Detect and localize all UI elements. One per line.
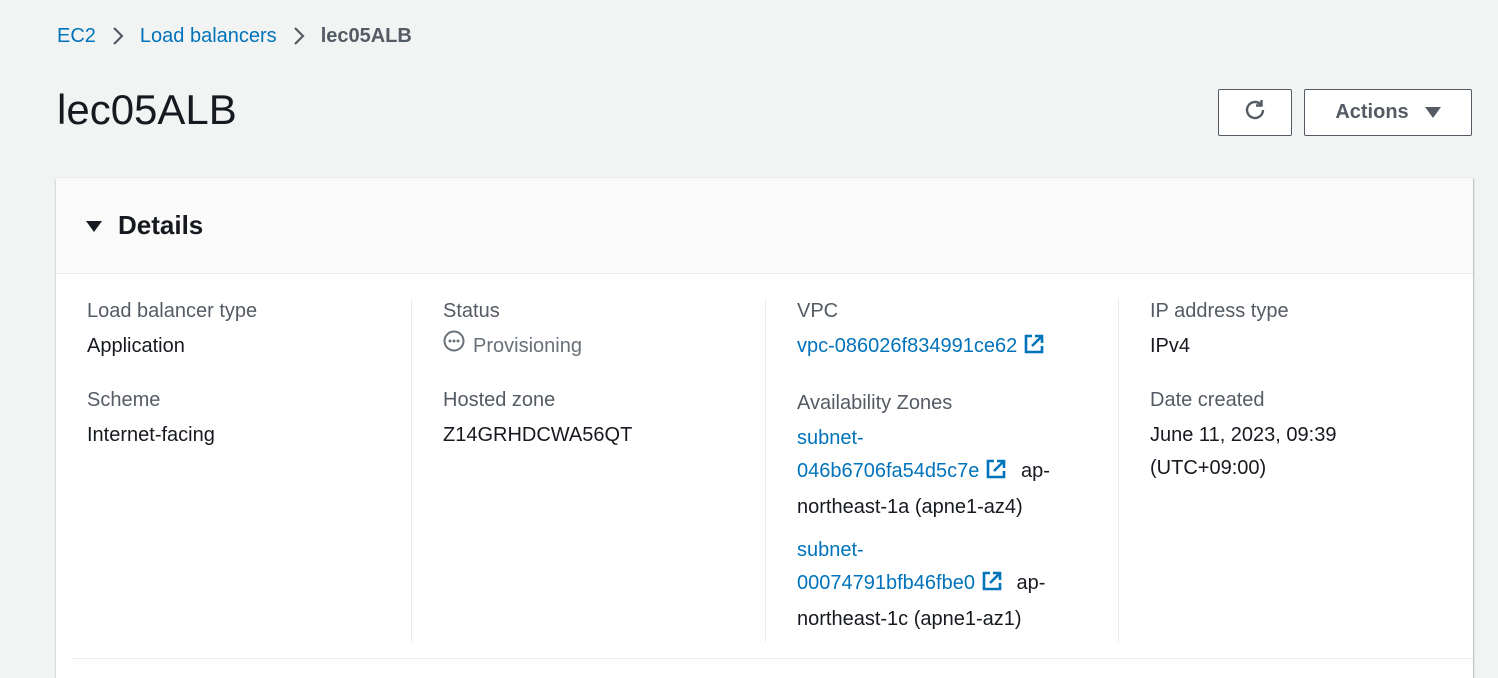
subnet-az-text: ap- bbox=[1016, 572, 1046, 594]
field-date-created: Date created June 11, 2023, 09:39 (UTC+0… bbox=[1150, 387, 1453, 485]
date-created-line1: June 11, 2023, 09:39 bbox=[1150, 424, 1337, 446]
subnet-link[interactable]: subnet- bbox=[797, 539, 864, 561]
value-date-created: June 11, 2023, 09:39 (UTC+09:00) bbox=[1150, 419, 1453, 485]
status-indicator: Provisioning bbox=[443, 330, 745, 363]
field-availability-zones: Availability Zones subnet- 046b6706fa54d… bbox=[797, 390, 1098, 636]
subnet-item: subnet- 00074791bfb46fbe0 ap- northeast-… bbox=[797, 534, 1098, 636]
subnet-az-text: ap- bbox=[1020, 460, 1050, 482]
actions-button[interactable]: Actions bbox=[1304, 89, 1472, 136]
field-ip-address-type: IP address type IPv4 bbox=[1150, 298, 1453, 363]
external-link-icon[interactable] bbox=[981, 570, 1003, 603]
details-title: Details bbox=[118, 210, 204, 240]
value-hosted-zone: Z14GRHDCWA56QT bbox=[443, 424, 633, 446]
availability-zones-list: subnet- 046b6706fa54d5c7e ap- northeast-… bbox=[797, 422, 1098, 636]
details-column-1: Load balancer type Application Scheme In… bbox=[56, 298, 411, 642]
field-vpc: VPC vpc-086026f834991ce62 bbox=[797, 298, 1098, 366]
external-link-icon[interactable] bbox=[1023, 333, 1045, 366]
label-date-created: Date created bbox=[1150, 389, 1265, 411]
details-column-3: VPC vpc-086026f834991ce62 Availability Z… bbox=[765, 298, 1118, 642]
details-panel: Details Load balancer type Application S… bbox=[56, 178, 1473, 678]
breadcrumb-link-load-balancers[interactable]: Load balancers bbox=[140, 22, 277, 50]
subnet-item: subnet- 046b6706fa54d5c7e ap- northeast-… bbox=[797, 422, 1098, 524]
details-columns: Load balancer type Application Scheme In… bbox=[56, 298, 1473, 642]
breadcrumb-current: lec05ALB bbox=[320, 25, 412, 47]
date-created-line2: (UTC+09:00) bbox=[1150, 457, 1267, 479]
value-ip-address-type: IPv4 bbox=[1150, 335, 1191, 357]
actions-label: Actions bbox=[1335, 101, 1409, 123]
status-text: Provisioning bbox=[473, 335, 582, 357]
pending-status-icon bbox=[443, 330, 465, 363]
field-status: Status Provisioning bbox=[443, 298, 745, 363]
value-load-balancer-type: Application bbox=[87, 335, 185, 357]
label-status: Status bbox=[443, 300, 500, 322]
value-scheme: Internet-facing bbox=[87, 424, 215, 446]
subnet-link[interactable]: 00074791bfb46fbe0 bbox=[797, 572, 975, 594]
breadcrumb-link-ec2[interactable]: EC2 bbox=[57, 22, 96, 50]
page-title: lec05ALB bbox=[57, 86, 237, 133]
breadcrumb: EC2 Load balancers lec05ALB bbox=[57, 22, 412, 50]
label-scheme: Scheme bbox=[87, 389, 161, 411]
caret-down-icon[interactable] bbox=[86, 221, 102, 232]
label-load-balancer-type: Load balancer type bbox=[87, 300, 258, 322]
subnet-link[interactable]: 046b6706fa54d5c7e bbox=[797, 460, 979, 482]
label-availability-zones: Availability Zones bbox=[797, 392, 953, 414]
refresh-button[interactable] bbox=[1218, 89, 1292, 136]
field-scheme: Scheme Internet-facing bbox=[87, 387, 391, 452]
caret-down-icon bbox=[1424, 107, 1441, 118]
details-column-2: Status Provisioning Hosted zone Z14GRHDC… bbox=[411, 298, 765, 642]
refresh-icon bbox=[1242, 97, 1268, 129]
subnet-az-text: northeast-1a (apne1-az4) bbox=[797, 496, 1023, 518]
label-ip-address-type: IP address type bbox=[1150, 300, 1289, 322]
chevron-right-icon bbox=[112, 26, 124, 46]
vpc-link[interactable]: vpc-086026f834991ce62 bbox=[797, 335, 1017, 357]
chevron-right-icon bbox=[293, 26, 305, 46]
label-vpc: VPC bbox=[797, 300, 839, 322]
subnet-link[interactable]: subnet- bbox=[797, 427, 864, 449]
field-load-balancer-type: Load balancer type Application bbox=[87, 298, 391, 363]
vpc-value: vpc-086026f834991ce62 bbox=[797, 330, 1098, 366]
subnet-az-text: northeast-1c (apne1-az1) bbox=[797, 608, 1022, 630]
details-header[interactable]: Details bbox=[56, 178, 1473, 274]
label-hosted-zone: Hosted zone bbox=[443, 389, 556, 411]
details-column-4: IP address type IPv4 Date created June 1… bbox=[1118, 298, 1473, 642]
external-link-icon[interactable] bbox=[985, 458, 1007, 491]
divider bbox=[72, 658, 1473, 659]
field-hosted-zone: Hosted zone Z14GRHDCWA56QT bbox=[443, 387, 745, 452]
